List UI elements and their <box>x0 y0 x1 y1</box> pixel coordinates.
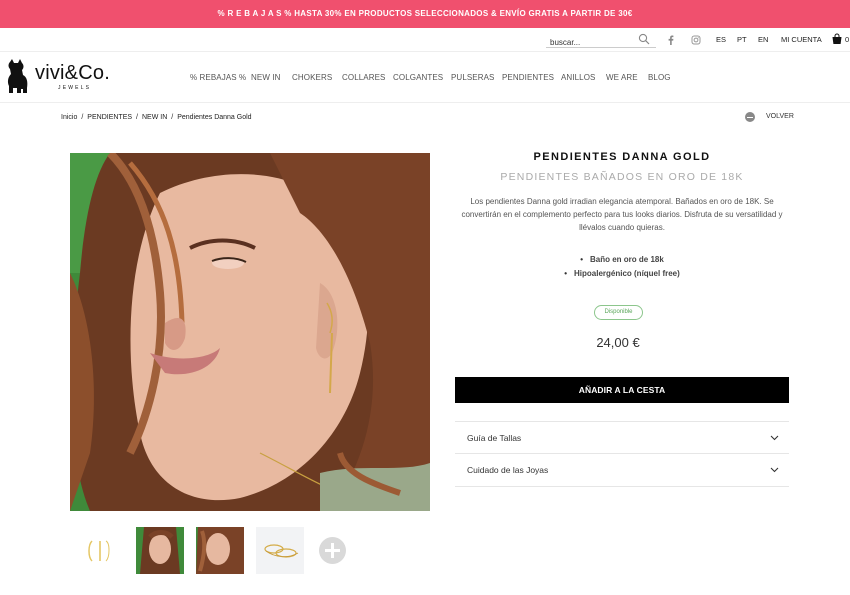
nav-we-are[interactable]: WE ARE <box>606 73 638 82</box>
breadcrumb-current: Pendientes Danna Gold <box>177 114 252 121</box>
breadcrumb-separator: / <box>81 114 84 121</box>
back-arrow-icon[interactable] <box>745 112 755 122</box>
search-box[interactable] <box>546 32 656 50</box>
breadcrumb-separator: / <box>171 114 174 121</box>
account-link[interactable]: MI CUENTA <box>781 35 822 44</box>
product-description: Los pendientes Danna gold irradian elega… <box>461 197 783 232</box>
search-input[interactable] <box>546 35 634 50</box>
promo-banner[interactable]: % R E B A J A S % HASTA 30% EN PRODUCTOS… <box>0 0 850 28</box>
cart-icon[interactable] <box>831 33 843 45</box>
language-pt[interactable]: PT <box>737 35 747 44</box>
more-images-button[interactable] <box>319 537 346 564</box>
accordion-label[interactable]: Guía de Tallas <box>467 433 521 443</box>
accordion-jewelry-care[interactable]: Cuidado de las Joyas <box>455 454 789 487</box>
nav-pulseras[interactable]: PULSERAS <box>451 73 494 82</box>
nav-colgantes[interactable]: COLGANTES <box>393 73 443 82</box>
thumbnail-1[interactable] <box>76 527 124 574</box>
breadcrumb-new-in[interactable]: NEW IN <box>142 114 167 121</box>
facebook-icon[interactable] <box>664 33 678 47</box>
nav-chokers[interactable]: CHOKERS <box>292 73 332 82</box>
cart-count[interactable]: 0 <box>845 35 849 44</box>
nav-pendientes[interactable]: PENDIENTES <box>502 73 554 82</box>
instagram-icon[interactable] <box>689 33 703 47</box>
product-price: 24,00 € <box>596 335 640 350</box>
back-label[interactable]: VOLVER <box>766 113 794 120</box>
model-profile-thumbnail <box>196 527 244 574</box>
model-portrait-image <box>70 153 430 511</box>
accordion-label[interactable]: Cuidado de las Joyas <box>467 465 548 475</box>
nav-blog[interactable]: BLOG <box>648 73 671 82</box>
add-to-cart-button[interactable]: AÑADIR A LA CESTA <box>455 377 789 403</box>
search-icon[interactable] <box>638 33 650 45</box>
nav-anillos[interactable]: ANILLOS <box>561 73 596 82</box>
language-en[interactable]: EN <box>758 35 768 44</box>
earring-closeup-thumbnail <box>76 527 124 574</box>
product-main-image[interactable] <box>70 153 430 511</box>
utility-bar: ES PT EN MI CUENTA 0 <box>0 28 850 52</box>
model-thumbnail <box>136 527 184 574</box>
nav-new-in[interactable]: NEW IN <box>251 73 281 82</box>
breadcrumb-inicio[interactable]: Inicio <box>61 114 77 121</box>
logo[interactable]: vivi&Co. JEWELS <box>6 56 126 98</box>
product-features: Baño en oro de 18k Hipoalergénico (níque… <box>455 253 789 280</box>
availability-badge: Disponible <box>594 305 643 320</box>
product-subtitle: PENDIENTES BAÑADOS EN ORO DE 18K <box>500 171 744 183</box>
breadcrumb-pendientes[interactable]: PENDIENTES <box>87 114 132 121</box>
accordion-size-guide[interactable]: Guía de Tallas <box>455 421 789 454</box>
logo-tagline: JEWELS <box>58 85 92 91</box>
nav-collares[interactable]: COLLARES <box>342 73 385 82</box>
product-title: PENDIENTES DANNA GOLD <box>533 151 711 163</box>
feature-item: Baño en oro de 18k <box>455 253 789 267</box>
chevron-down-icon[interactable] <box>770 467 779 473</box>
breadcrumb: Inicio / PENDIENTES / NEW IN / Pendientes Dann… <box>61 114 256 121</box>
site-header: vivi&Co. JEWELS % REBAJAS % NEW IN CHOKE… <box>0 52 850 103</box>
breadcrumb-separator: / <box>136 114 138 121</box>
earrings-product-thumbnail <box>256 527 304 574</box>
feature-item: Hipoalergénico (níquel free) <box>455 267 789 281</box>
thumbnail-4[interactable] <box>256 527 304 574</box>
thumbnail-2[interactable] <box>136 527 184 574</box>
chevron-down-icon[interactable] <box>770 435 779 441</box>
thumbnail-3[interactable] <box>196 527 244 574</box>
dog-logo-icon <box>7 59 28 93</box>
logo-text: vivi&Co. <box>35 62 110 84</box>
nav-rebajas[interactable]: % REBAJAS % <box>190 73 246 82</box>
language-es[interactable]: ES <box>716 35 726 44</box>
